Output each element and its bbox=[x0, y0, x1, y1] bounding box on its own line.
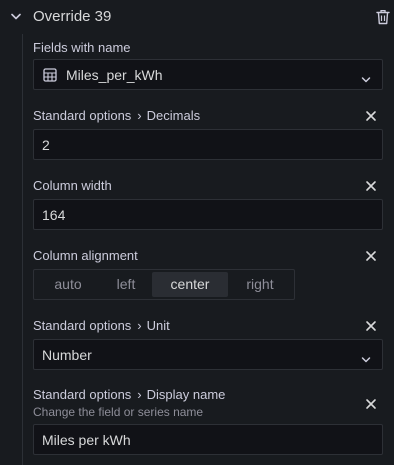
alignment-option-right[interactable]: right bbox=[228, 272, 292, 297]
display-name-property: Display name bbox=[146, 387, 226, 402]
override-title: Override 39 bbox=[33, 8, 112, 25]
trash-icon[interactable] bbox=[376, 9, 390, 25]
override-panel: Override 39 Fields with name Miles_per_k… bbox=[0, 0, 394, 465]
close-icon[interactable] bbox=[365, 249, 377, 261]
unit-select[interactable]: Number bbox=[33, 339, 383, 370]
chevron-right-icon: › bbox=[137, 318, 142, 333]
close-icon[interactable] bbox=[365, 319, 377, 331]
alignment-option-left[interactable]: left bbox=[100, 272, 152, 297]
chevron-right-icon: › bbox=[137, 108, 142, 123]
caret-down-icon[interactable] bbox=[361, 351, 371, 363]
column-width-value: 164 bbox=[42, 207, 66, 223]
fields-with-name-select[interactable]: Miles_per_kWh bbox=[33, 59, 383, 90]
override-body-divider bbox=[22, 34, 23, 465]
close-icon[interactable] bbox=[365, 397, 377, 409]
alignment-option-center[interactable]: center bbox=[152, 272, 228, 297]
chevron-down-icon[interactable] bbox=[9, 9, 23, 23]
decimals-category: Standard options bbox=[33, 108, 132, 123]
chevron-right-icon: › bbox=[137, 387, 142, 402]
decimals-property: Decimals bbox=[146, 108, 201, 123]
unit-value: Number bbox=[42, 347, 92, 363]
display-name-value: Miles per kWh bbox=[42, 432, 131, 448]
decimals-value: 2 bbox=[42, 137, 50, 153]
display-name-label: Standard options › Display name bbox=[33, 387, 225, 402]
column-width-label: Column width bbox=[33, 178, 112, 193]
column-width-input[interactable]: 164 bbox=[33, 199, 383, 230]
override-header[interactable]: Override 39 bbox=[0, 0, 394, 33]
column-alignment-label: Column alignment bbox=[33, 248, 138, 263]
unit-category: Standard options bbox=[33, 318, 132, 333]
decimals-label: Standard options › Decimals bbox=[33, 108, 200, 123]
close-icon[interactable] bbox=[365, 109, 377, 121]
table-grid-icon bbox=[43, 68, 57, 82]
alignment-option-auto[interactable]: auto bbox=[36, 272, 100, 297]
decimals-input[interactable]: 2 bbox=[33, 129, 383, 160]
fields-with-name-value: Miles_per_kWh bbox=[66, 67, 163, 83]
fields-with-name-label: Fields with name bbox=[33, 40, 131, 55]
display-name-description: Change the field or series name bbox=[33, 405, 204, 419]
unit-label: Standard options › Unit bbox=[33, 318, 170, 333]
column-alignment-radio-group: auto left center right bbox=[33, 269, 295, 300]
caret-down-icon[interactable] bbox=[361, 71, 371, 83]
unit-property: Unit bbox=[146, 318, 170, 333]
display-name-category: Standard options bbox=[33, 387, 132, 402]
display-name-input[interactable]: Miles per kWh bbox=[33, 424, 383, 455]
close-icon[interactable] bbox=[365, 179, 377, 191]
